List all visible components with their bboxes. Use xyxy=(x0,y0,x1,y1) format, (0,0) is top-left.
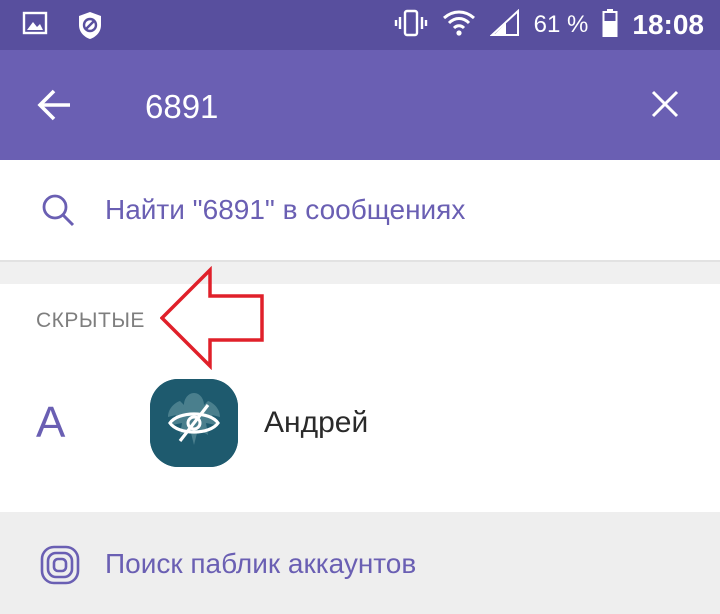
clock-time: 18:08 xyxy=(632,9,704,40)
contact-row[interactable]: А Андрей xyxy=(0,364,720,484)
status-bar: 61 % 18:08 xyxy=(0,0,720,50)
index-letter: А xyxy=(36,398,66,447)
annotation-arrow-icon xyxy=(159,265,268,375)
avatar xyxy=(150,379,238,467)
search-public-accounts-row[interactable]: Поиск паблик аккаунтов xyxy=(0,512,720,614)
public-accounts-icon xyxy=(40,545,80,590)
back-button[interactable] xyxy=(34,85,74,125)
search-public-accounts-label: Поиск паблик аккаунтов xyxy=(105,548,417,579)
battery-percent: 61 % xyxy=(533,11,589,38)
arrow-left-icon xyxy=(34,89,74,129)
hidden-eye-icon xyxy=(150,379,238,467)
contact-name: Андрей xyxy=(264,406,369,439)
hidden-chats-section: СКРЫТЫЕ А Андрей xyxy=(0,284,720,512)
signal-icon xyxy=(489,8,520,42)
search-icon xyxy=(40,192,76,233)
search-toolbar: 6891 xyxy=(0,50,720,160)
close-icon xyxy=(647,90,683,126)
search-input[interactable]: 6891 xyxy=(145,88,218,126)
wifi-icon xyxy=(442,9,476,42)
battery-icon xyxy=(602,8,618,43)
find-in-messages-label: Найти "6891" в сообщениях xyxy=(105,194,466,225)
gallery-icon xyxy=(22,10,48,45)
vibrate-icon xyxy=(394,8,428,43)
clear-search-button[interactable] xyxy=(647,86,683,122)
find-in-messages-row[interactable]: Найти "6891" в сообщениях xyxy=(0,160,720,262)
section-header-hidden: СКРЫТЫЕ xyxy=(36,309,145,332)
blocked-icon xyxy=(76,10,104,45)
